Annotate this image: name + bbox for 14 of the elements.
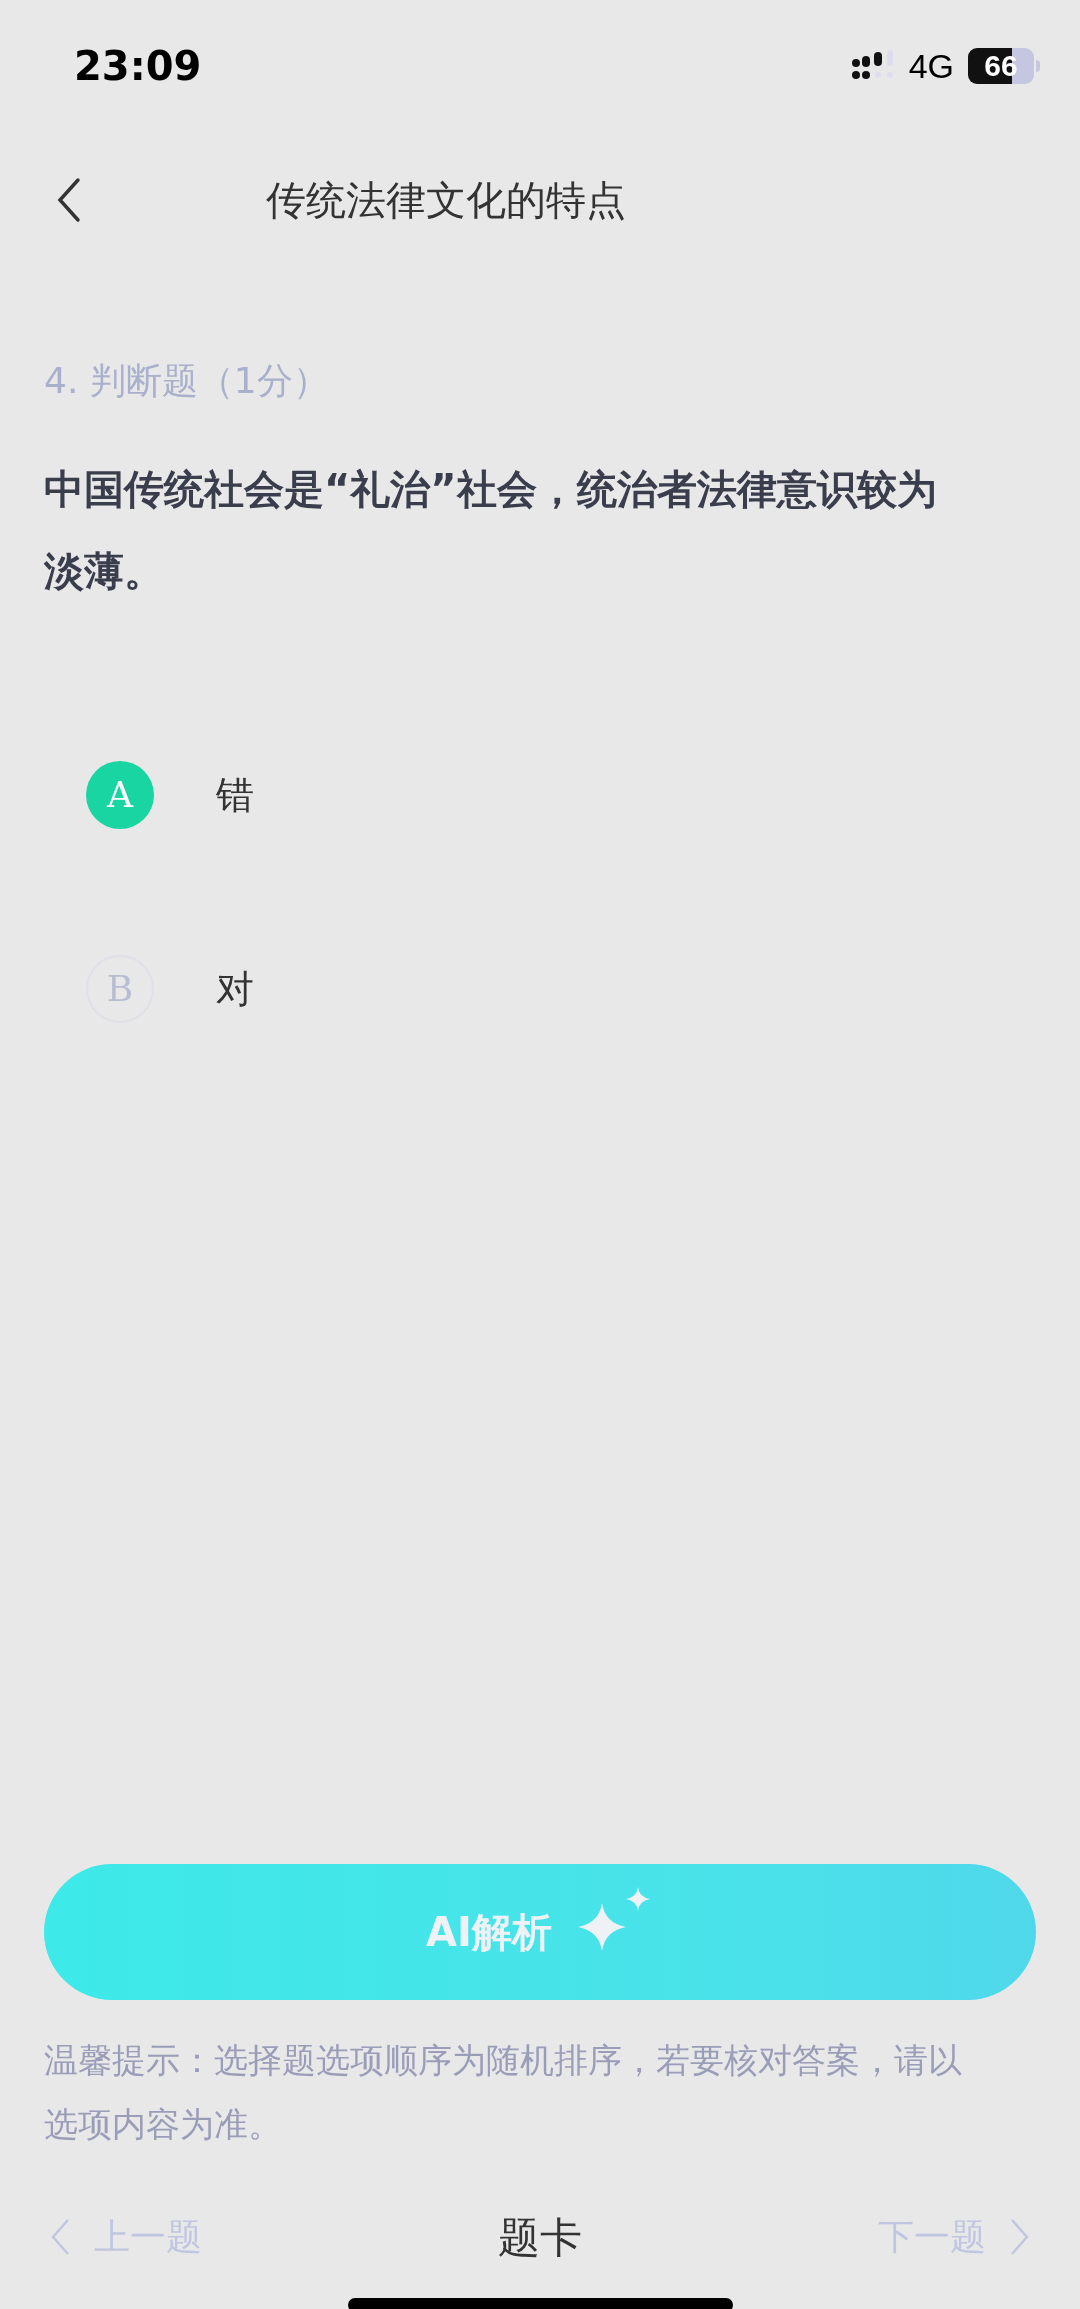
answer-card-button[interactable]: 题卡 [498,2205,582,2269]
hint-text: 温馨提示：选择题选项顺序为随机排序，若要核对答案，请以选项内容为准。 [44,2039,963,2146]
option-letter: A [86,761,154,829]
option-label: 错 [216,771,254,819]
network-label: 4G [908,45,954,87]
status-time: 23:09 [74,42,202,91]
option-item[interactable]: A 错 [86,760,1080,830]
page-title: 传统法律文化的特点 [266,176,626,225]
question-type: 4. 判断题（1分） [44,359,330,403]
question-text: 中国传统社会是“礼治”社会，统治者法律意识较为淡薄。 [44,465,938,596]
signal-icon [850,50,895,82]
option-label: 对 [216,965,254,1013]
chevron-left-icon [50,2218,70,2256]
chevron-right-icon [1010,2218,1030,2256]
